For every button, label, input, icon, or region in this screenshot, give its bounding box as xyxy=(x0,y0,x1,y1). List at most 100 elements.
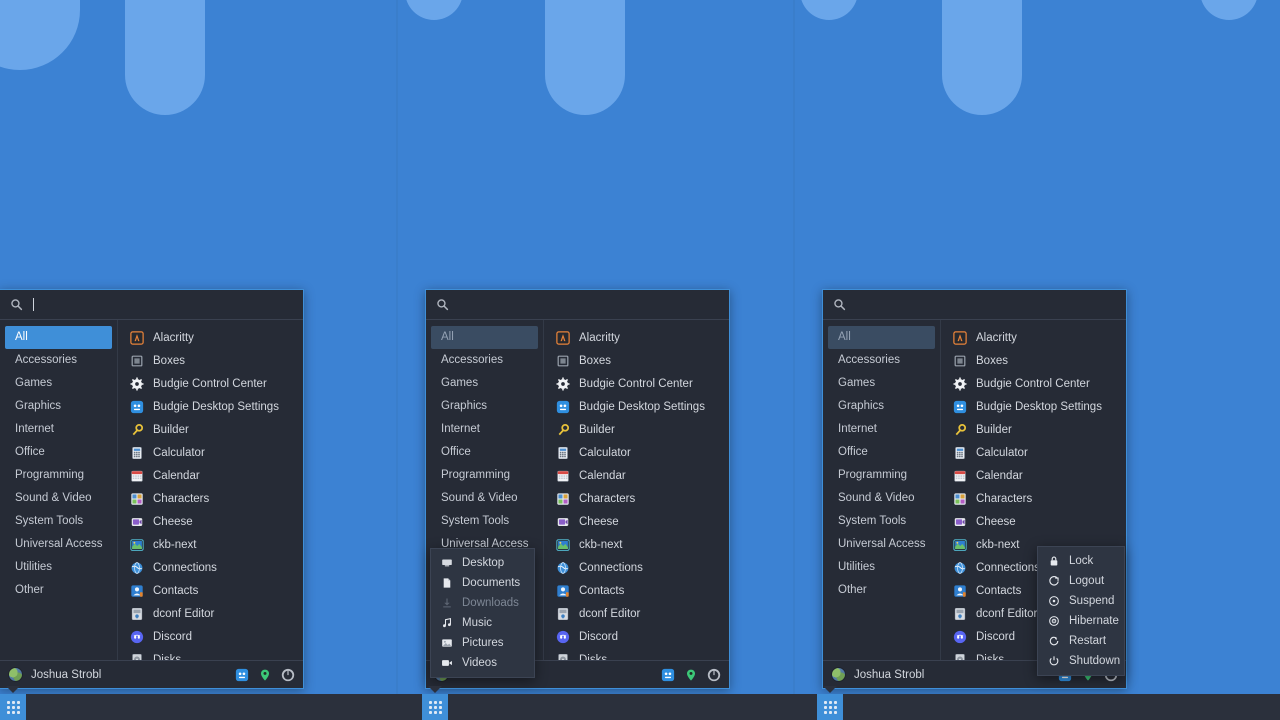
category-item-internet[interactable]: Internet xyxy=(431,418,538,441)
app-item[interactable]: Characters xyxy=(947,487,1126,510)
category-item-system-tools[interactable]: System Tools xyxy=(828,510,935,533)
app-item[interactable]: Discord xyxy=(124,625,303,648)
category-item-sound-video[interactable]: Sound & Video xyxy=(828,487,935,510)
category-list[interactable]: AllAccessoriesGamesGraphicsInternetOffic… xyxy=(823,320,941,660)
app-item[interactable]: Boxes xyxy=(550,349,729,372)
popup-item-shutdown[interactable]: Shutdown xyxy=(1038,651,1124,671)
app-item[interactable]: Contacts xyxy=(550,579,729,602)
category-item-universal-access[interactable]: Universal Access xyxy=(5,533,112,556)
app-item[interactable]: Builder xyxy=(124,418,303,441)
popup-item-suspend[interactable]: Suspend xyxy=(1038,591,1124,611)
category-item-internet[interactable]: Internet xyxy=(828,418,935,441)
app-item[interactable]: Builder xyxy=(550,418,729,441)
app-launcher-button-3[interactable] xyxy=(817,694,843,720)
popup-item-music[interactable]: Music xyxy=(431,613,534,633)
application-list[interactable]: AlacrittyBoxesBudgie Control CenterBudgi… xyxy=(544,320,729,660)
app-item[interactable]: Cheese xyxy=(947,510,1126,533)
category-list[interactable]: AllAccessoriesGamesGraphicsInternetOffic… xyxy=(0,320,118,660)
category-item-sound-video[interactable]: Sound & Video xyxy=(431,487,538,510)
app-item[interactable]: Calculator xyxy=(947,441,1126,464)
budgie-menu-window-1[interactable]: AllAccessoriesGamesGraphicsInternetOffic… xyxy=(0,289,304,689)
category-item-graphics[interactable]: Graphics xyxy=(5,395,112,418)
category-item-universal-access[interactable]: Universal Access xyxy=(828,533,935,556)
app-item[interactable]: dconf Editor xyxy=(124,602,303,625)
popup-item-hibernate[interactable]: Hibernate xyxy=(1038,611,1124,631)
budgie-menu-window-2[interactable]: AllAccessoriesGamesGraphicsInternetOffic… xyxy=(425,289,730,689)
app-item[interactable]: Calculator xyxy=(124,441,303,464)
category-item-programming[interactable]: Programming xyxy=(431,464,538,487)
settings-button[interactable] xyxy=(661,668,675,682)
app-item[interactable]: dconf Editor xyxy=(550,602,729,625)
application-list[interactable]: AlacrittyBoxesBudgie Control CenterBudgi… xyxy=(118,320,303,660)
settings-button[interactable] xyxy=(235,668,249,682)
places-button[interactable] xyxy=(684,668,698,682)
app-item[interactable]: Boxes xyxy=(124,349,303,372)
search-bar[interactable] xyxy=(823,290,1126,320)
app-launcher-button-1[interactable] xyxy=(0,694,26,720)
category-item-system-tools[interactable]: System Tools xyxy=(431,510,538,533)
places-button[interactable] xyxy=(258,668,272,682)
category-item-accessories[interactable]: Accessories xyxy=(828,349,935,372)
popup-item-lock[interactable]: Lock xyxy=(1038,551,1124,571)
category-item-internet[interactable]: Internet xyxy=(5,418,112,441)
category-item-office[interactable]: Office xyxy=(431,441,538,464)
app-item[interactable]: Connections xyxy=(550,556,729,579)
popup-item-downloads[interactable]: Downloads xyxy=(431,593,534,613)
app-item[interactable]: Calendar xyxy=(124,464,303,487)
app-item[interactable]: Budgie Control Center xyxy=(550,372,729,395)
app-item[interactable]: Builder xyxy=(947,418,1126,441)
app-item[interactable]: ckb-next xyxy=(550,533,729,556)
category-item-all[interactable]: All xyxy=(431,326,538,349)
power-popup-menu[interactable]: LockLogoutSuspendHibernateRestartShutdow… xyxy=(1037,546,1125,676)
popup-item-documents[interactable]: Documents xyxy=(431,573,534,593)
app-item[interactable]: Characters xyxy=(550,487,729,510)
app-item[interactable]: Budgie Control Center xyxy=(947,372,1126,395)
search-input[interactable] xyxy=(457,296,719,314)
app-item[interactable]: Calendar xyxy=(550,464,729,487)
popup-item-pictures[interactable]: Pictures xyxy=(431,633,534,653)
popup-item-logout[interactable]: Logout xyxy=(1038,571,1124,591)
app-item[interactable]: Budgie Desktop Settings xyxy=(550,395,729,418)
category-item-system-tools[interactable]: System Tools xyxy=(5,510,112,533)
category-item-office[interactable]: Office xyxy=(5,441,112,464)
app-item[interactable]: Disks xyxy=(124,648,303,660)
app-item[interactable]: Cheese xyxy=(550,510,729,533)
category-item-graphics[interactable]: Graphics xyxy=(828,395,935,418)
category-item-games[interactable]: Games xyxy=(828,372,935,395)
category-item-utilities[interactable]: Utilities xyxy=(5,556,112,579)
app-item[interactable]: Cheese xyxy=(124,510,303,533)
category-item-programming[interactable]: Programming xyxy=(828,464,935,487)
app-item[interactable]: Contacts xyxy=(124,579,303,602)
category-item-all[interactable]: All xyxy=(828,326,935,349)
popup-item-restart[interactable]: Restart xyxy=(1038,631,1124,651)
app-item[interactable]: Calendar xyxy=(947,464,1126,487)
category-item-graphics[interactable]: Graphics xyxy=(431,395,538,418)
app-item[interactable]: Alacritty xyxy=(124,326,303,349)
places-popup-menu[interactable]: DesktopDocumentsDownloadsMusicPicturesVi… xyxy=(430,548,535,678)
category-item-other[interactable]: Other xyxy=(828,579,935,602)
app-item[interactable]: Alacritty xyxy=(947,326,1126,349)
power-button[interactable] xyxy=(281,668,295,682)
app-item[interactable]: Alacritty xyxy=(550,326,729,349)
category-item-games[interactable]: Games xyxy=(5,372,112,395)
app-item[interactable]: Disks xyxy=(550,648,729,660)
app-item[interactable]: Connections xyxy=(124,556,303,579)
category-item-office[interactable]: Office xyxy=(828,441,935,464)
desktop-panel[interactable] xyxy=(0,694,1280,720)
app-launcher-button-2[interactable] xyxy=(422,694,448,720)
app-item[interactable]: Budgie Desktop Settings xyxy=(947,395,1126,418)
category-item-games[interactable]: Games xyxy=(431,372,538,395)
popup-item-desktop[interactable]: Desktop xyxy=(431,553,534,573)
category-item-programming[interactable]: Programming xyxy=(5,464,112,487)
category-item-sound-video[interactable]: Sound & Video xyxy=(5,487,112,510)
category-item-accessories[interactable]: Accessories xyxy=(431,349,538,372)
budgie-menu-window-3[interactable]: AllAccessoriesGamesGraphicsInternetOffic… xyxy=(822,289,1127,689)
category-item-accessories[interactable]: Accessories xyxy=(5,349,112,372)
search-bar[interactable] xyxy=(426,290,729,320)
app-item[interactable]: ckb-next xyxy=(124,533,303,556)
app-item[interactable]: Characters xyxy=(124,487,303,510)
popup-item-videos[interactable]: Videos xyxy=(431,653,534,673)
app-item[interactable]: Calculator xyxy=(550,441,729,464)
app-item[interactable]: Boxes xyxy=(947,349,1126,372)
search-input[interactable] xyxy=(854,296,1116,314)
